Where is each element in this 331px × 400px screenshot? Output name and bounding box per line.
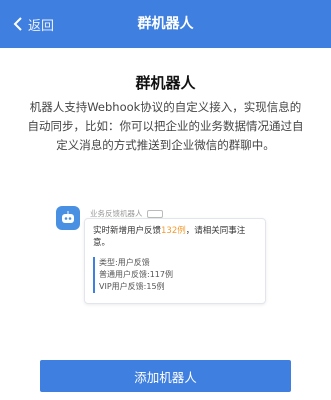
message-bubble: 实时新增用户反馈132例，请相关同事注意。 类型:用户反馈 普通用户反馈:117… (84, 218, 266, 304)
top-nav-bar: 返回 群机器人 (0, 0, 331, 48)
message-highlight: 132例 (161, 226, 186, 236)
page-title: 群机器人 (135, 74, 196, 92)
nav-title: 群机器人 (137, 16, 194, 32)
detail-line-type: 类型:用户反馈 (99, 258, 150, 267)
detail-line-normal: 普通用户反馈:117例 (99, 270, 173, 279)
description-text: 机器人支持Webhook协议的自定义接入，实现信息的自动同步，比如：你可以把企业… (27, 100, 304, 152)
sender-tag (146, 209, 163, 218)
message-details: 类型:用户反馈 普通用户反馈:117例 VIP用户反馈:15例 (93, 257, 173, 293)
detail-line-vip: VIP用户反馈:15例 (99, 282, 165, 291)
add-robot-button[interactable]: 添加机器人 (40, 360, 291, 392)
robot-icon (56, 206, 80, 230)
message-text: 实时新增用户反馈132例，请相关同事注意。 (93, 225, 257, 249)
message-prefix: 实时新增用户反馈 (93, 226, 162, 236)
message-preview: 业务反馈机器人 实时新增用户反馈132例，请相关同事注意。 类型:用户反馈 普通… (56, 206, 286, 304)
